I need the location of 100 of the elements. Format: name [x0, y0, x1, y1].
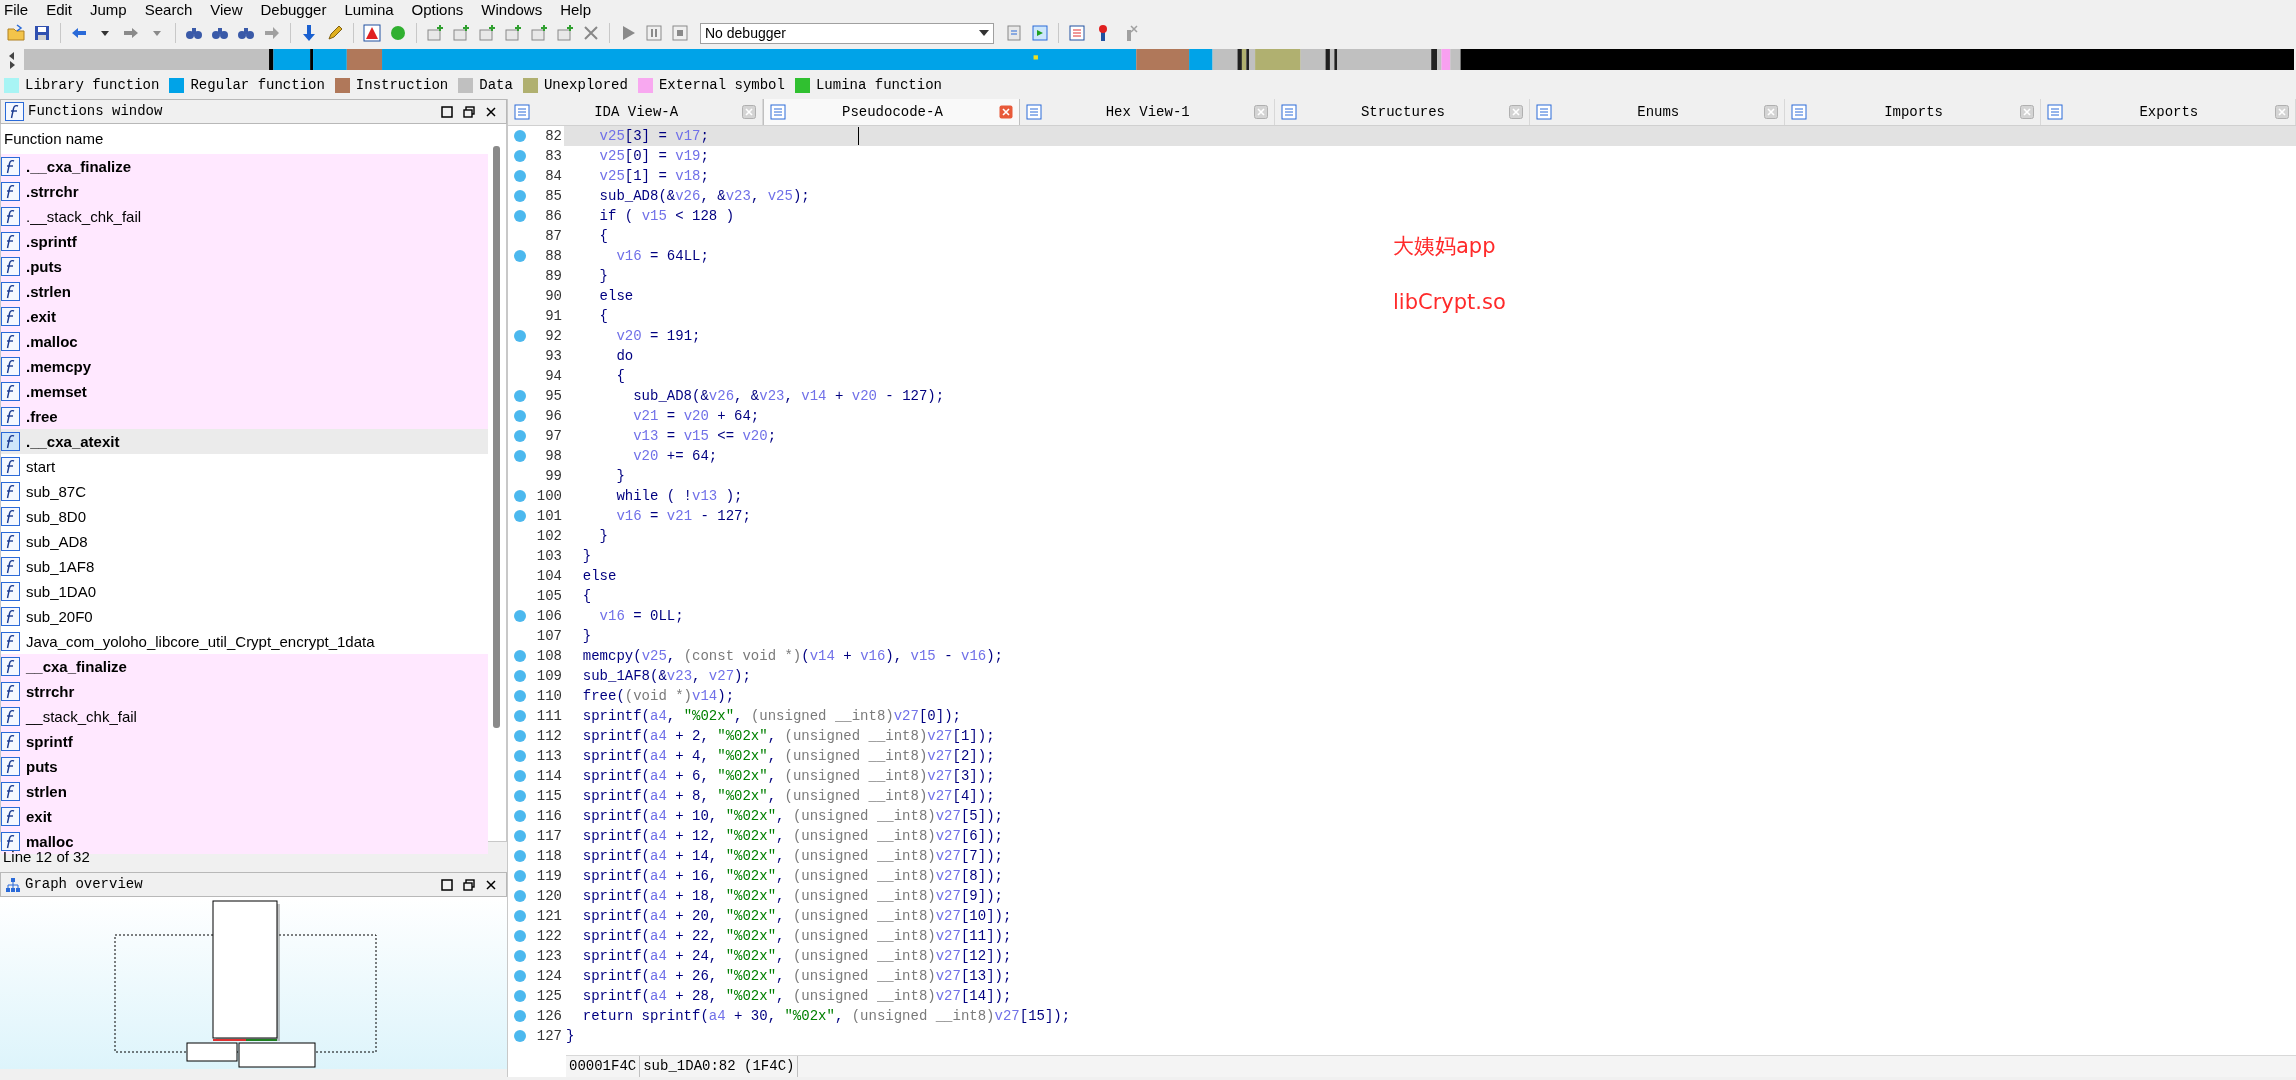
- function-list-item[interactable]: .__stack_chk_fail: [1, 204, 488, 229]
- line-marker-dot[interactable]: [514, 910, 526, 922]
- document-icon[interactable]: [1005, 24, 1023, 42]
- line-marker-dot[interactable]: [514, 510, 526, 522]
- line-marker-dot[interactable]: [514, 690, 526, 702]
- menu-item[interactable]: File: [0, 0, 38, 19]
- function-list-item[interactable]: sprintf: [1, 729, 488, 754]
- function-list-item[interactable]: sub_1AF8: [1, 554, 488, 579]
- line-marker-dot[interactable]: [514, 790, 526, 802]
- line-marker-dot[interactable]: [514, 610, 526, 622]
- save-icon[interactable]: [33, 24, 51, 42]
- close-icon[interactable]: [485, 105, 497, 118]
- add-item-icon[interactable]: [426, 24, 444, 42]
- close-icon[interactable]: [485, 878, 497, 891]
- add-item-icon[interactable]: [556, 24, 574, 42]
- line-marker-dot[interactable]: [514, 170, 526, 182]
- line-marker-dot[interactable]: [514, 870, 526, 882]
- line-marker-dot[interactable]: [514, 430, 526, 442]
- line-marker-dot[interactable]: [514, 210, 526, 222]
- restore-icon[interactable]: [463, 105, 475, 118]
- line-marker-dot[interactable]: [514, 330, 526, 342]
- line-marker-dot[interactable]: [514, 450, 526, 462]
- scrollbar[interactable]: [493, 146, 500, 728]
- line-marker-dot[interactable]: [514, 490, 526, 502]
- line-marker-dot[interactable]: [514, 950, 526, 962]
- line-marker-dot[interactable]: [514, 750, 526, 762]
- document-icon[interactable]: [1031, 24, 1049, 42]
- function-list-item[interactable]: .memcpy: [1, 354, 488, 379]
- menu-item[interactable]: Options: [402, 0, 473, 19]
- add-item-icon[interactable]: [478, 24, 496, 42]
- line-marker-dot[interactable]: [514, 850, 526, 862]
- line-marker-dot[interactable]: [514, 410, 526, 422]
- maximize-icon[interactable]: [441, 105, 453, 118]
- line-marker-dot[interactable]: [514, 1010, 526, 1022]
- menu-item[interactable]: Lumina: [335, 0, 403, 19]
- line-marker-dot[interactable]: [514, 930, 526, 942]
- function-list-item[interactable]: .malloc: [1, 329, 488, 354]
- line-marker-dot[interactable]: [514, 990, 526, 1002]
- line-marker-dot[interactable]: [514, 1030, 526, 1042]
- tab[interactable]: Pseudocode-A: [763, 99, 1020, 125]
- function-list-item[interactable]: strlen: [1, 779, 488, 804]
- line-marker-dot[interactable]: [514, 190, 526, 202]
- function-list-item[interactable]: sub_AD8: [1, 529, 488, 554]
- line-marker-dot[interactable]: [514, 810, 526, 822]
- line-marker-dot[interactable]: [514, 730, 526, 742]
- debugger-dropdown[interactable]: No debugger: [700, 22, 994, 44]
- add-item-icon[interactable]: [530, 24, 548, 42]
- line-marker-dot[interactable]: [514, 770, 526, 782]
- column-header[interactable]: Function name: [1, 124, 488, 154]
- function-list-item[interactable]: __stack_chk_fail: [1, 704, 488, 729]
- line-marker-dot[interactable]: [514, 890, 526, 902]
- function-list-item[interactable]: strrchr: [1, 679, 488, 704]
- function-list-item[interactable]: .sprintf: [1, 229, 488, 254]
- line-marker-dot[interactable]: [514, 390, 526, 402]
- function-list-item[interactable]: .strlen: [1, 279, 488, 304]
- warning-icon[interactable]: [363, 24, 381, 42]
- menu-item[interactable]: Help: [551, 0, 600, 19]
- function-list-item[interactable]: .__cxa_finalize: [1, 154, 488, 179]
- add-item-icon[interactable]: [504, 24, 522, 42]
- function-list-item[interactable]: puts: [1, 754, 488, 779]
- circle-icon[interactable]: [389, 24, 407, 42]
- add-item-icon[interactable]: [452, 24, 470, 42]
- pause-icon[interactable]: [645, 24, 663, 42]
- scroll-arrows-icon[interactable]: [7, 50, 17, 69]
- line-marker-dot[interactable]: [514, 250, 526, 262]
- function-list-item[interactable]: sub_20F0: [1, 604, 488, 629]
- line-marker-dot[interactable]: [514, 650, 526, 662]
- line-marker-dot[interactable]: [514, 710, 526, 722]
- arrow-icon[interactable]: [263, 24, 281, 42]
- line-marker-dot[interactable]: [514, 970, 526, 982]
- menu-item[interactable]: Debugger: [251, 0, 336, 19]
- function-list-item[interactable]: sub_87C: [1, 479, 488, 504]
- maximize-icon[interactable]: [441, 878, 453, 891]
- function-list-item[interactable]: exit: [1, 804, 488, 829]
- function-list-item[interactable]: sub_8D0: [1, 504, 488, 529]
- function-list-item[interactable]: sub_1DA0: [1, 579, 488, 604]
- pencil-icon[interactable]: [326, 24, 344, 42]
- function-list-item[interactable]: .puts: [1, 254, 488, 279]
- function-list-item[interactable]: .strrchr: [1, 179, 488, 204]
- down-arrow-icon[interactable]: [300, 24, 318, 42]
- menu-item[interactable]: Windows: [472, 0, 552, 19]
- line-marker-dot[interactable]: [514, 670, 526, 682]
- line-marker-dot[interactable]: [514, 150, 526, 162]
- line-marker-dot[interactable]: [514, 130, 526, 142]
- function-list-item[interactable]: .exit: [1, 304, 488, 329]
- function-list-item[interactable]: .__cxa_atexit: [1, 429, 488, 454]
- navigation-band-drawing[interactable]: [24, 49, 2294, 70]
- restore-icon[interactable]: [463, 878, 475, 891]
- menu-item[interactable]: View: [201, 0, 252, 19]
- open-folder-icon[interactable]: [7, 24, 25, 42]
- menu-item[interactable]: Jump: [81, 0, 136, 19]
- stop-icon[interactable]: [671, 24, 689, 42]
- function-list-item[interactable]: start: [1, 454, 488, 479]
- list-icon[interactable]: [1068, 24, 1086, 42]
- function-list-item[interactable]: __cxa_finalize: [1, 654, 488, 679]
- menu-item[interactable]: Search: [135, 0, 202, 19]
- menu-item[interactable]: Edit: [37, 0, 82, 19]
- function-list-item[interactable]: Java_com_yoloho_libcore_util_Crypt_encrypt_1data: [1, 629, 488, 654]
- function-list-item[interactable]: .free: [1, 404, 488, 429]
- function-list-item[interactable]: .memset: [1, 379, 488, 404]
